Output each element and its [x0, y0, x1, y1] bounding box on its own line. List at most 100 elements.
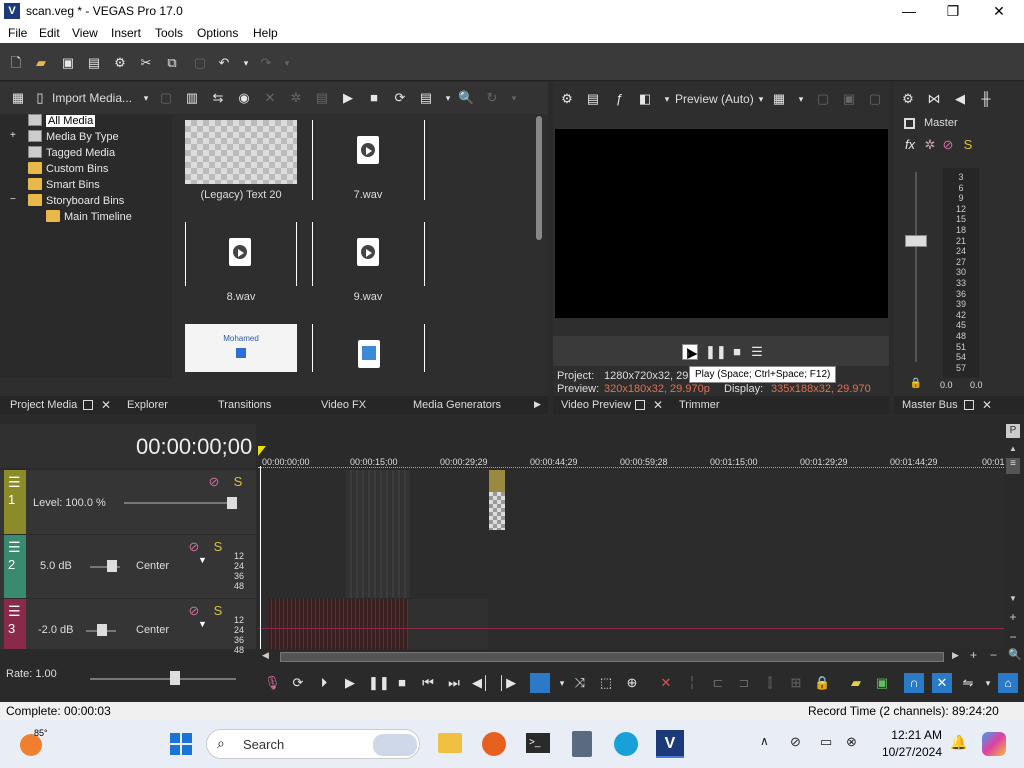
tab-media-generators[interactable]: Media Generators	[413, 399, 501, 411]
pause-icon[interactable]: ❚❚	[368, 675, 390, 691]
close-tab-icon[interactable]: ✕	[101, 398, 111, 412]
snapping-magnet-icon[interactable]: ∩	[904, 673, 924, 693]
tree-item-all-media[interactable]: All Media	[28, 114, 96, 130]
automation-icon[interactable]: ✲	[922, 137, 938, 153]
tab-trimmer[interactable]: Trimmer	[679, 399, 720, 411]
preview-settings-gear-icon[interactable]: ⚙	[559, 91, 575, 107]
search-icon[interactable]: 🔍	[458, 90, 474, 106]
tab-project-media[interactable]: Project Media	[10, 399, 77, 411]
undo-icon[interactable]: ↶	[216, 55, 232, 71]
media-tags-icon[interactable]: ▤	[314, 90, 330, 106]
solo-icon[interactable]: S	[210, 539, 226, 555]
track-3-header[interactable]: ☰ 3 ⊘ S -2.0 dB Center ▼ 12 24 36 48	[0, 599, 256, 655]
menu-edit[interactable]: Edit	[39, 26, 60, 40]
zoom-in-horizontal-icon[interactable]: +	[970, 648, 977, 662]
notification-bell-icon[interactable]: 🔔	[950, 734, 967, 751]
marker-icon[interactable]: ▰	[848, 675, 864, 691]
save-icon[interactable]: ▣	[60, 55, 76, 71]
trim-icon[interactable]: ╎	[684, 675, 700, 691]
media-scrollbar-thumb[interactable]	[536, 116, 542, 240]
preview-quality-select[interactable]: Preview (Auto)	[675, 92, 754, 106]
master-settings-gear-icon[interactable]: ⚙	[900, 91, 916, 107]
tree-item-smart-bins[interactable]: Smart Bins	[28, 178, 100, 194]
auto-crossfades-icon[interactable]: ✕	[932, 673, 952, 693]
track-menu-icon[interactable]: ☰	[8, 603, 21, 620]
overlays-grid-icon[interactable]: ▦	[771, 91, 787, 107]
mute-icon[interactable]: ⊘	[186, 603, 202, 619]
track-menu-icon[interactable]: ☰	[8, 539, 21, 556]
image-file-icon[interactable]	[358, 340, 380, 368]
get-media-icon[interactable]: ▥	[184, 90, 200, 106]
audio-clip-track-3-tail[interactable]	[408, 599, 488, 649]
menu-help[interactable]: Help	[253, 26, 278, 40]
pan-indicator-icon[interactable]: ▼	[198, 619, 207, 629]
media-item-text-thumb[interactable]	[185, 120, 297, 184]
scroll-down-icon[interactable]: ▼	[1006, 594, 1020, 604]
track-2-header[interactable]: ☰ 2 ⊘ S 5.0 dB Center ▼ 12 24 36 48	[0, 535, 256, 598]
horizontal-scroll-thumb[interactable]	[280, 652, 944, 662]
play-icon[interactable]: ▶	[342, 675, 358, 691]
capture-icon[interactable]: ▢	[158, 90, 174, 106]
tree-item-main-timeline[interactable]: Main Timeline	[46, 210, 132, 226]
clock-time[interactable]: 12:21 AM	[880, 728, 942, 742]
close-tab-icon[interactable]: ✕	[653, 398, 663, 412]
record-icon[interactable]: 🎙	[264, 675, 281, 691]
tab-video-preview[interactable]: Video Preview	[561, 399, 631, 411]
fx-settings-icon[interactable]: ✲	[288, 90, 304, 106]
tab-video-fx[interactable]: Video FX	[321, 399, 366, 411]
tab-master-bus[interactable]: Master Bus	[902, 399, 958, 411]
next-frame-icon[interactable]: │▶	[498, 675, 516, 691]
pan-indicator-icon[interactable]: ▼	[198, 555, 207, 565]
split-dropdown-icon[interactable]: ▾	[659, 91, 675, 107]
lock-icon[interactable]: 🔒	[814, 675, 830, 691]
master-fader-handle[interactable]	[905, 235, 927, 247]
clock-date[interactable]: 10/27/2024	[872, 745, 942, 759]
refresh-dropdown-icon[interactable]: ▾	[506, 90, 522, 106]
wav-file-icon[interactable]	[357, 238, 379, 266]
undock-icon[interactable]	[635, 400, 645, 410]
import-media-button[interactable]: Import Media...	[52, 91, 132, 105]
video-fx-icon[interactable]: ƒ	[611, 91, 627, 107]
vertical-scroll-thumb[interactable]: ≡	[1006, 458, 1020, 474]
trim-end-icon[interactable]: ⊐	[736, 675, 752, 691]
split-screen-icon[interactable]: ◧	[637, 91, 653, 107]
close-tab-icon[interactable]: ✕	[982, 398, 992, 412]
undock-icon[interactable]	[83, 400, 93, 410]
views-icon[interactable]: ▦	[10, 90, 26, 106]
import-media-icon[interactable]: ▯	[32, 90, 48, 106]
tab-explorer[interactable]: Explorer	[127, 399, 168, 411]
overlays-dropdown-icon[interactable]: ▾	[793, 91, 809, 107]
audio-clip-track-3[interactable]	[268, 599, 408, 649]
paste-icon[interactable]: ▢	[192, 55, 208, 71]
normal-edit-tool-icon[interactable]	[530, 673, 550, 693]
volume-slider-handle[interactable]	[97, 624, 107, 636]
render-icon[interactable]: ▤	[86, 55, 102, 71]
external-monitor-icon[interactable]: ▤	[585, 91, 601, 107]
scroll-right-icon[interactable]: ▶	[952, 650, 959, 661]
refresh-icon[interactable]: ↻	[484, 90, 500, 106]
quality-dropdown-icon[interactable]: ▾	[753, 91, 769, 107]
open-icon[interactable]: ▰	[33, 55, 49, 71]
show-hidden-icons-icon[interactable]: ∧	[760, 734, 769, 748]
master-fx-icon[interactable]: fx	[902, 137, 918, 153]
stop-media-icon[interactable]: ■	[366, 90, 382, 106]
zoom-tool-icon[interactable]: 🔍	[1008, 648, 1022, 661]
expand-media-by-type[interactable]: +	[10, 130, 16, 146]
ignore-grouping-icon[interactable]: ⊞	[788, 675, 804, 691]
zoom-out-horizontal-icon[interactable]: −	[990, 648, 997, 662]
remove-icon[interactable]: ✕	[262, 90, 278, 106]
calculator-icon[interactable]	[572, 731, 592, 757]
tabs-scroll-right-icon[interactable]: ▶	[534, 399, 541, 410]
windows-start-icon[interactable]	[170, 733, 192, 755]
loop-playback-icon[interactable]: ⟳	[290, 675, 306, 691]
preview-menu-icon[interactable]: ☰	[749, 344, 765, 360]
mixer-faders-icon[interactable]: ╫	[978, 91, 994, 107]
rate-slider-handle[interactable]	[170, 671, 180, 685]
cut-icon[interactable]: ✂	[138, 55, 154, 71]
wav-file-icon[interactable]	[357, 136, 379, 164]
menu-insert[interactable]: Insert	[111, 26, 141, 40]
vegas-taskbar-icon[interactable]: V	[656, 730, 684, 758]
minimize-button[interactable]: —	[886, 0, 932, 23]
file-explorer-icon[interactable]	[438, 733, 462, 753]
ripple-edit-icon[interactable]: ⇋	[960, 675, 976, 691]
